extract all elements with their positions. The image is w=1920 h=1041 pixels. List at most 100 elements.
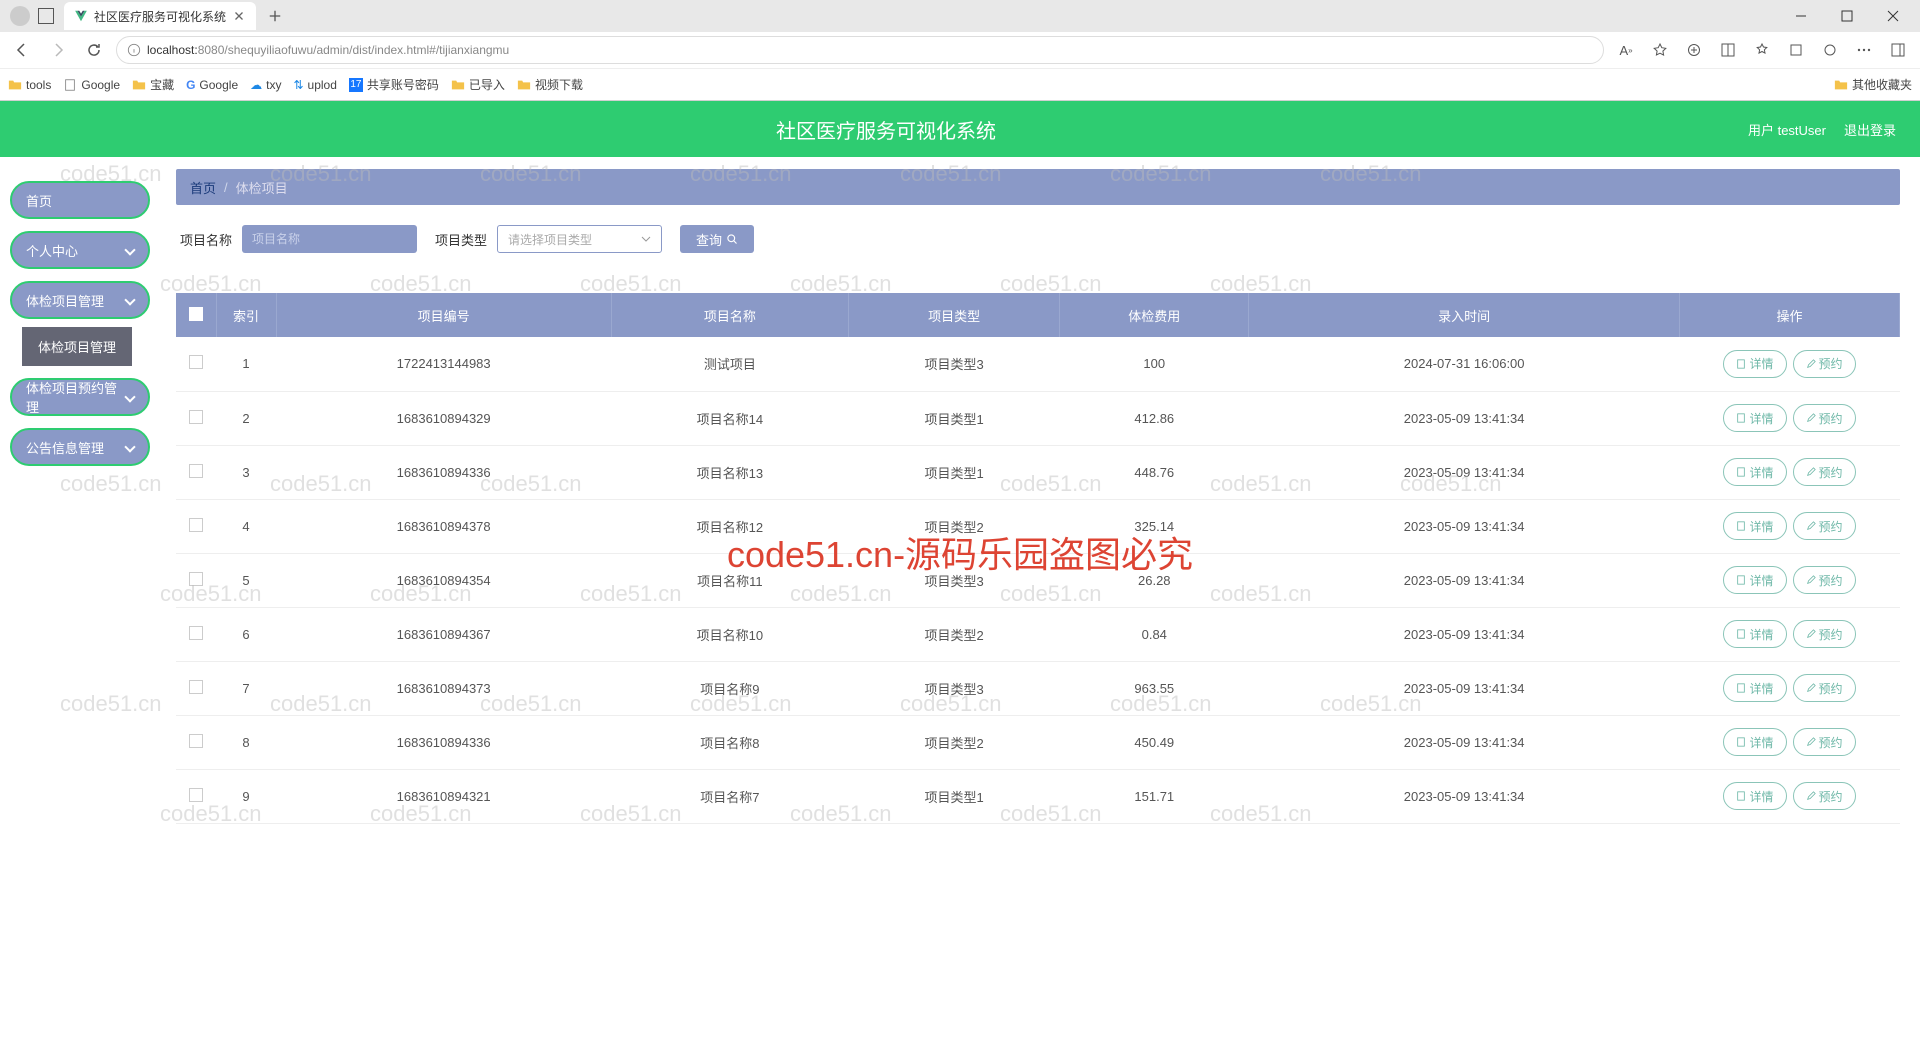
edit-icon: [1806, 629, 1816, 639]
favorite-icon[interactable]: [1646, 36, 1674, 64]
browser-tab[interactable]: 社区医疗服务可视化系统: [64, 2, 256, 30]
table-header: 索引 项目编号 项目名称 项目类型 体检费用 录入时间 操作: [176, 293, 1900, 337]
minimize-button[interactable]: [1778, 0, 1824, 32]
row-checkbox[interactable]: [189, 626, 203, 640]
row-checkbox[interactable]: [189, 680, 203, 694]
new-tab-button[interactable]: [262, 3, 288, 29]
row-checkbox[interactable]: [189, 410, 203, 424]
bookmark-item[interactable]: ⇅uplod: [293, 78, 336, 92]
google-icon: G: [186, 78, 195, 92]
collections-icon[interactable]: [1680, 36, 1708, 64]
book-button[interactable]: 预约: [1793, 674, 1856, 702]
sidebar-item-profile[interactable]: 个人中心: [10, 231, 150, 269]
other-bookmarks[interactable]: 其他收藏夹: [1834, 76, 1912, 93]
folder-icon: [8, 78, 22, 92]
detail-button[interactable]: 详情: [1723, 620, 1786, 648]
workspace-icon[interactable]: [38, 8, 54, 24]
detail-button[interactable]: 详情: [1723, 350, 1786, 378]
split-icon[interactable]: [1714, 36, 1742, 64]
cell-actions: 详情预约: [1680, 661, 1900, 715]
cell-actions: 详情预约: [1680, 553, 1900, 607]
cell-time: 2023-05-09 13:41:34: [1249, 499, 1680, 553]
detail-button[interactable]: 详情: [1723, 458, 1786, 486]
book-button[interactable]: 预约: [1793, 350, 1856, 378]
search-type-select[interactable]: 请选择项目类型: [497, 225, 662, 253]
extensions-icon[interactable]: [1782, 36, 1810, 64]
detail-button[interactable]: 详情: [1723, 728, 1786, 756]
row-checkbox[interactable]: [189, 518, 203, 532]
book-button[interactable]: 预约: [1793, 512, 1856, 540]
book-button[interactable]: 预约: [1793, 458, 1856, 486]
bookmark-item[interactable]: 视频下载: [517, 76, 583, 93]
url-host: localhost:: [147, 43, 198, 57]
book-button[interactable]: 预约: [1793, 728, 1856, 756]
chevron-down-icon: [124, 391, 135, 402]
profile-avatar[interactable]: [10, 6, 30, 26]
search-name-input[interactable]: [242, 225, 417, 253]
breadcrumb-home[interactable]: 首页: [190, 178, 216, 197]
bookmark-item[interactable]: 17共享账号密码: [349, 76, 439, 93]
bookmark-item[interactable]: 已导入: [451, 76, 505, 93]
bookmark-item[interactable]: GGoogle: [186, 78, 238, 92]
cell-index: 9: [216, 769, 276, 823]
close-icon[interactable]: [232, 9, 246, 23]
book-button[interactable]: 预约: [1793, 566, 1856, 594]
table-row: 31683610894336项目名称13项目类型1448.762023-05-0…: [176, 445, 1900, 499]
table-row: 81683610894336项目名称8项目类型2450.492023-05-09…: [176, 715, 1900, 769]
book-button[interactable]: 预约: [1793, 620, 1856, 648]
bookmark-item[interactable]: 宝藏: [132, 76, 174, 93]
cell-code: 1683610894373: [276, 661, 611, 715]
cell-name: 项目名称11: [611, 553, 848, 607]
favorites-bar-icon[interactable]: [1748, 36, 1776, 64]
sidebar-item-exam[interactable]: 体检项目管理: [10, 281, 150, 319]
detail-button[interactable]: 详情: [1723, 566, 1786, 594]
detail-button[interactable]: 详情: [1723, 674, 1786, 702]
row-checkbox[interactable]: [189, 572, 203, 586]
cell-fee: 963.55: [1060, 661, 1249, 715]
row-checkbox[interactable]: [189, 355, 203, 369]
bookmark-item[interactable]: ☁txy: [250, 78, 281, 92]
cell-index: 3: [216, 445, 276, 499]
maximize-button[interactable]: [1824, 0, 1870, 32]
row-checkbox[interactable]: [189, 464, 203, 478]
close-window-button[interactable]: [1870, 0, 1916, 32]
bookmark-item[interactable]: tools: [8, 78, 51, 92]
row-checkbox[interactable]: [189, 734, 203, 748]
url-input[interactable]: localhost:8080/shequyiliaofuwu/admin/dis…: [116, 36, 1604, 64]
sidebar-toggle-icon[interactable]: [1884, 36, 1912, 64]
table-row: 11722413144983测试项目项目类型31002024-07-31 16:…: [176, 337, 1900, 391]
doc-icon: [1736, 413, 1746, 423]
refresh-button[interactable]: [80, 36, 108, 64]
forward-button[interactable]: [44, 36, 72, 64]
book-button[interactable]: 预约: [1793, 782, 1856, 810]
detail-button[interactable]: 详情: [1723, 512, 1786, 540]
select-all-checkbox[interactable]: [189, 307, 203, 321]
back-button[interactable]: [8, 36, 36, 64]
sidebar-item-booking[interactable]: 体检项目预约管理: [10, 378, 150, 416]
bookmark-item[interactable]: Google: [63, 78, 120, 92]
cell-type: 项目类型1: [848, 391, 1059, 445]
folder-icon: [451, 78, 465, 92]
read-aloud-icon[interactable]: A»: [1612, 36, 1640, 64]
detail-button[interactable]: 详情: [1723, 404, 1786, 432]
cell-actions: 详情预约: [1680, 499, 1900, 553]
table-row: 21683610894329项目名称14项目类型1412.862023-05-0…: [176, 391, 1900, 445]
sidebar-subitem-exam[interactable]: 体检项目管理: [22, 327, 132, 366]
cell-fee: 151.71: [1060, 769, 1249, 823]
book-button[interactable]: 预约: [1793, 404, 1856, 432]
performance-icon[interactable]: [1816, 36, 1844, 64]
edit-icon: [1806, 359, 1816, 369]
cell-type: 项目类型3: [848, 661, 1059, 715]
sidebar-item-notice[interactable]: 公告信息管理: [10, 428, 150, 466]
more-icon[interactable]: [1850, 36, 1878, 64]
breadcrumb-sep: /: [224, 180, 228, 195]
cell-time: 2023-05-09 13:41:34: [1249, 769, 1680, 823]
sidebar-home[interactable]: 首页: [10, 181, 150, 219]
search-row: 项目名称 项目类型 请选择项目类型 查询: [176, 205, 1900, 293]
cell-index: 5: [216, 553, 276, 607]
row-checkbox[interactable]: [189, 788, 203, 802]
query-button[interactable]: 查询: [680, 225, 754, 253]
cell-index: 2: [216, 391, 276, 445]
logout-link[interactable]: 退出登录: [1844, 120, 1896, 139]
detail-button[interactable]: 详情: [1723, 782, 1786, 810]
